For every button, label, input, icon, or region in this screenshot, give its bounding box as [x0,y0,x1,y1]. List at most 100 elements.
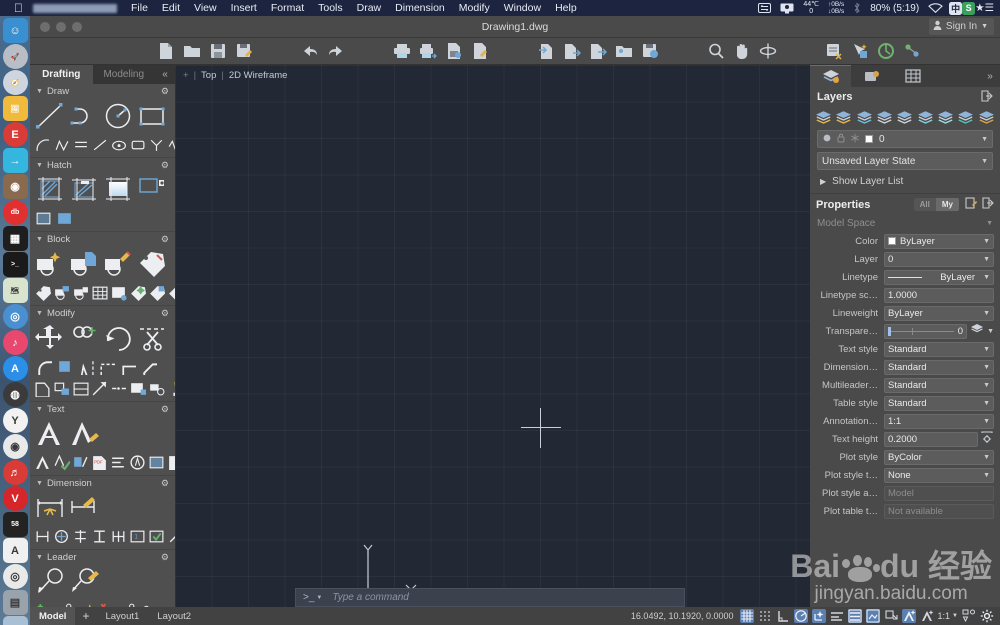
batch-plot-button[interactable] [417,40,439,62]
wifi-icon[interactable] [928,3,943,13]
gear-icon[interactable]: ⚙ [161,478,169,489]
workspace-switch[interactable] [962,609,976,623]
apple-logo-icon[interactable]:  [14,2,23,14]
layer-previous-button[interactable] [895,109,914,126]
sogou-icon[interactable]: S [962,2,975,15]
macos-menu-tools[interactable]: Tools [318,2,343,14]
continue-dim-tool[interactable] [110,527,127,546]
chevron-down-icon[interactable]: ▼ [981,23,988,30]
trim-tool[interactable] [136,322,168,354]
palette-group-header-block[interactable]: ▼ Block ⚙ [30,232,175,247]
macos-menu-format[interactable]: Format [271,2,304,14]
triangle-right-icon[interactable]: ▶ [820,177,826,186]
dock-item-steam[interactable]: ◍ [3,382,28,407]
dock-item-transfer-app[interactable]: → [3,148,28,173]
macos-menu-draw[interactable]: Draw [357,2,382,14]
import-export-group[interactable] [535,40,661,62]
dim-update-tool[interactable] [148,527,165,546]
palette-row-primary[interactable] [30,565,175,599]
selection-cycling-toggle[interactable] [884,609,898,623]
save-button[interactable] [207,40,229,62]
more-tabs-button[interactable]: » [980,65,1000,87]
freeze-icon[interactable] [850,133,860,146]
palette-row-secondary[interactable]: PDF [30,451,175,473]
dock-item-dark-app[interactable]: 58 [3,512,28,537]
mirror-tool[interactable] [76,357,95,376]
status-bar[interactable]: Model + Layout1 Layout2 16.0492, 10.1920… [30,607,1000,625]
multiline-text-tool[interactable] [34,418,66,450]
current-layer-dropdown[interactable]: 0 ▼ [817,130,993,148]
property-value-color[interactable]: ByLayer▼ [884,234,994,249]
layout2-tab[interactable]: Layout2 [148,607,200,625]
dock-item-itunes[interactable]: ♪ [3,330,28,355]
annotation-scale-selector[interactable]: 1:1▼ [938,611,958,621]
property-value-textheight[interactable]: 0.2000 [884,432,978,447]
select-similar-button[interactable] [849,40,871,62]
chevron-down-icon[interactable]: ▼ [986,220,993,227]
explode-tool[interactable] [72,379,89,398]
polar-tracking-toggle[interactable] [794,609,808,623]
gradient-tool[interactable] [102,174,134,206]
array-tool[interactable] [55,357,74,376]
collapse-palette-button[interactable]: « [155,65,175,84]
lengthen-tool[interactable] [91,379,108,398]
caret-down-icon[interactable]: ▼ [36,236,43,243]
plot-tools-group[interactable] [391,40,491,62]
chevron-down-icon[interactable]: ▼ [983,418,990,425]
palette-row-secondary[interactable] [30,133,175,155]
navigation-group[interactable] [705,40,779,62]
tab-modeling[interactable]: Modeling [93,65,156,84]
palette-row-primary[interactable] [30,247,175,281]
minimize-window-button[interactable] [56,22,66,32]
polyline-tool[interactable] [68,100,100,132]
linear-dim-tool[interactable] [34,527,51,546]
close-window-button[interactable] [40,22,50,32]
multiline-tool[interactable] [72,135,89,154]
extend-tool[interactable] [118,357,137,376]
dock-item-app-store[interactable]: A [3,356,28,381]
property-value-tablestyle[interactable]: Standard▼ [884,396,994,411]
new-file-button[interactable] [155,40,177,62]
list-icon[interactable]: ☰ [985,2,994,14]
pdf-text-tool[interactable]: PDF [91,453,108,472]
gear-icon[interactable]: ⚙ [161,86,169,97]
file-tools-group[interactable] [155,40,255,62]
blocks-tab[interactable] [851,65,892,87]
layer-current-button[interactable] [855,109,874,126]
layer-unlock-button[interactable] [977,109,996,126]
lock-icon[interactable] [837,133,845,146]
macos-menu-view[interactable]: View [194,2,217,14]
color-swatch-icon[interactable] [865,135,873,143]
offset-tool[interactable] [34,379,51,398]
palette-group-header-leader[interactable]: ▼ Leader ⚙ [30,550,175,565]
transparency-toggle[interactable] [866,609,880,623]
palette-row-primary[interactable] [30,491,175,525]
properties-filter-toggle[interactable]: All My [914,198,959,211]
gear-icon[interactable]: ⚙ [161,160,169,171]
block-attr-tool[interactable] [34,283,51,302]
drawing-viewport[interactable]: + | Top | 2D Wireframe N E S W TOP WCS ▼ [175,65,810,625]
coordinates-readout[interactable]: 16.0492, 10.1920, 0.0000 [631,611,740,621]
pdf-import-tool[interactable] [167,453,175,472]
dock-item-red-text-app[interactable]: E [3,122,28,147]
add-layout-button[interactable]: + [75,609,96,623]
chevron-down-icon[interactable]: ▼ [981,158,988,165]
palette-group-header-text[interactable]: ▼ Text ⚙ [30,402,175,417]
layer-lock-button[interactable] [956,109,975,126]
filter-my-button[interactable]: My [936,198,959,211]
hatch-tool[interactable] [34,174,66,206]
utility-group[interactable] [823,40,923,62]
chevron-down-icon[interactable]: ▼ [987,328,994,335]
palette-group-header-draw[interactable]: ▼ Draw ⚙ [30,84,175,99]
autoscale-toggle[interactable] [920,609,934,623]
page-setup-button[interactable] [469,40,491,62]
spell-check-tool[interactable] [53,453,70,472]
block-solid-tool[interactable] [110,283,127,302]
polygon-tool[interactable] [53,135,70,154]
properties-tab[interactable] [892,65,933,87]
property-value-lineweight[interactable]: ByLayer▼ [884,306,994,321]
caret-down-icon[interactable]: ▼ [36,310,43,317]
break-tool[interactable] [110,379,127,398]
edit-properties-icon[interactable] [965,197,977,212]
point-cloud-button[interactable] [901,40,923,62]
